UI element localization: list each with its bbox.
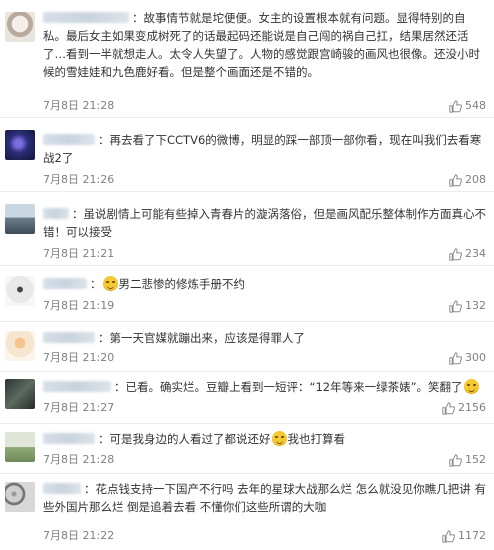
- comment-text: ：已看。确实烂。豆瓣上看到一短评：“12年等来一绿茶婊”。笑翻了: [43, 378, 486, 396]
- like-count: 234: [465, 247, 486, 260]
- username[interactable]: [43, 483, 81, 494]
- like-button[interactable]: 234: [449, 246, 486, 262]
- avatar[interactable]: [5, 331, 35, 361]
- comment-item: ：第一天官媒就蹦出来，应该是得罪人了 7月8日 21:20 300: [0, 322, 494, 372]
- like-count: 548: [465, 99, 486, 112]
- comment-item: ：虽说剧情上可能有些掉入青春片的漩涡落俗，但是画风配乐整体制作方面真心不错！可以…: [0, 192, 494, 266]
- comment-meta: 7月8日 21:22 1172: [43, 528, 486, 544]
- comment-meta: 7月8日 21:28 152: [43, 452, 486, 468]
- like-count: 152: [465, 453, 486, 466]
- like-button[interactable]: 152: [449, 452, 486, 468]
- laughing-emoji-icon: [463, 379, 479, 394]
- like-button[interactable]: 300: [449, 350, 486, 366]
- like-button[interactable]: 132: [449, 298, 486, 314]
- comment-time: 7月8日 21:20: [43, 351, 115, 364]
- thumbs-up-icon: [449, 453, 462, 467]
- comment-time: 7月8日 21:21: [43, 247, 115, 260]
- comment-item: ：花点钱支持一下国产不行吗 去年的星球大战那么烂 怎么就没见你瞧几把讲 有些外国…: [0, 474, 494, 550]
- like-button[interactable]: 1172: [442, 528, 486, 544]
- like-button[interactable]: 208: [449, 172, 486, 188]
- thumbs-up-icon: [449, 247, 462, 261]
- username[interactable]: [43, 332, 95, 343]
- comment-text: ：故事情节就是坨便便。女主的设置根本就有问题。显得特别的自私。最后女主如果变成树…: [43, 11, 480, 79]
- avatar[interactable]: [5, 276, 35, 306]
- like-button[interactable]: 2156: [442, 400, 486, 416]
- comment-time: 7月8日 21:22: [43, 529, 115, 542]
- comment-time: 7月8日 21:26: [43, 173, 115, 186]
- avatar[interactable]: [5, 204, 35, 234]
- like-count: 132: [465, 299, 486, 312]
- comment-text: ：第一天官媒就蹦出来，应该是得罪人了: [43, 329, 486, 347]
- username[interactable]: [43, 12, 129, 23]
- thumbs-up-icon: [449, 99, 462, 113]
- comment-meta: 7月8日 21:21 234: [43, 246, 486, 262]
- comment-time: 7月8日 21:28: [43, 99, 115, 112]
- comment-text: ：花点钱支持一下国产不行吗 去年的星球大战那么烂 怎么就没见你瞧几把讲 有些外国…: [43, 482, 486, 514]
- comment-text: ：虽说剧情上可能有些掉入青春片的漩涡落俗，但是画风配乐整体制作方面真心不错！可以…: [43, 207, 486, 239]
- like-count: 2156: [458, 401, 486, 414]
- comment-meta: 7月8日 21:26 208: [43, 172, 486, 188]
- username[interactable]: [43, 134, 95, 145]
- thumbs-up-icon: [449, 173, 462, 187]
- avatar[interactable]: [5, 379, 35, 409]
- comment-time: 7月8日 21:28: [43, 453, 115, 466]
- comment-meta: 7月8日 21:27 2156: [43, 400, 486, 416]
- comment-time: 7月8日 21:27: [43, 401, 115, 414]
- username[interactable]: [43, 208, 69, 219]
- like-count: 208: [465, 173, 486, 186]
- username[interactable]: [43, 433, 95, 444]
- username[interactable]: [43, 381, 111, 392]
- comment-text: ：可是我身边的人看过了都说还好 我也打算看: [43, 430, 486, 448]
- comment-text: ：男二悲惨的修炼手册不约: [43, 275, 486, 293]
- comment-meta: 7月8日 21:19 132: [43, 298, 486, 314]
- like-count: 300: [465, 351, 486, 364]
- comment-item: ：故事情节就是坨便便。女主的设置根本就有问题。显得特别的自私。最后女主如果变成树…: [0, 0, 494, 118]
- thumbs-up-icon: [449, 351, 462, 365]
- avatar[interactable]: [5, 12, 35, 42]
- thumbs-up-icon: [442, 529, 455, 543]
- avatar[interactable]: [5, 482, 35, 512]
- comment-item: ：已看。确实烂。豆瓣上看到一短评：“12年等来一绿茶婊”。笑翻了 7月8日 21…: [0, 372, 494, 424]
- laughing-emoji-icon: [271, 431, 287, 446]
- comment-text: ：再去看了下CCTV6的微博，明显的踩一部顶一部你看，现在叫我们去看寒战2了: [43, 133, 482, 165]
- comment-item: ：男二悲惨的修炼手册不约 7月8日 21:19 132: [0, 266, 494, 322]
- avatar[interactable]: [5, 130, 35, 160]
- comment-item: ：再去看了下CCTV6的微博，明显的踩一部顶一部你看，现在叫我们去看寒战2了 7…: [0, 118, 494, 192]
- thumbs-up-icon: [449, 299, 462, 313]
- avatar[interactable]: [5, 432, 35, 462]
- comment-meta: 7月8日 21:20 300: [43, 350, 486, 366]
- like-button[interactable]: 548: [449, 98, 486, 114]
- like-count: 1172: [458, 529, 486, 542]
- comment-time: 7月8日 21:19: [43, 299, 115, 312]
- comment-meta: 7月8日 21:28 548: [43, 98, 486, 114]
- username[interactable]: [43, 278, 87, 289]
- comment-item: ：可是我身边的人看过了都说还好 我也打算看 7月8日 21:28 152: [0, 424, 494, 474]
- thumbs-up-icon: [442, 401, 455, 415]
- comment-feed: ：故事情节就是坨便便。女主的设置根本就有问题。显得特别的自私。最后女主如果变成树…: [0, 0, 494, 550]
- laughing-emoji-icon: [102, 276, 118, 291]
